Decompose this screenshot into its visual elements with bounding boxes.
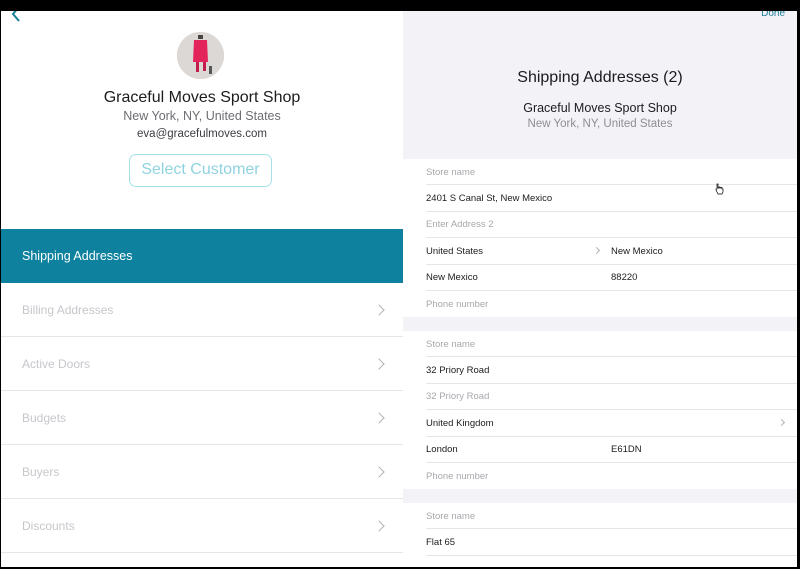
menu-item-label: Active Doors — [22, 356, 91, 371]
menu-item-label: Shipping Addresses — [22, 249, 133, 263]
customer-pane: Graceful Moves Sport Shop New York, NY, … — [1, 11, 403, 567]
menu-item-label: Billing Addresses — [22, 302, 114, 317]
store-name-field[interactable]: Store name — [403, 503, 797, 530]
back-chevron-icon[interactable] — [9, 11, 23, 23]
menu-item-billing-addresses[interactable]: Billing Addresses — [1, 283, 403, 337]
country-row[interactable]: United Kingdom — [403, 410, 797, 437]
top-bar — [0, 0, 800, 11]
store-name-field[interactable]: Store name — [403, 331, 797, 358]
chevron-right-icon — [373, 303, 385, 316]
phone-field[interactable]: Phone number — [403, 291, 797, 317]
menu-item-label: Buyers — [22, 464, 60, 479]
chevron-right-icon — [373, 465, 385, 478]
chevron-right-icon — [373, 519, 385, 532]
field-value: 2401 S Canal St, New Mexico — [426, 193, 553, 205]
address1-field[interactable]: 2401 S Canal St, New Mexico — [403, 185, 797, 213]
address1-field[interactable]: Flat 65 — [403, 529, 797, 557]
field-placeholder: Store name — [426, 338, 476, 350]
state-value: New Mexico — [611, 245, 663, 257]
shipping-addresses-pane: Done Shipping Addresses (2) Graceful Mov… — [403, 11, 797, 567]
customer-location: New York, NY, United States — [123, 109, 281, 123]
city-value: New Mexico — [426, 272, 478, 284]
app-window: Graceful Moves Sport Shop New York, NY, … — [0, 0, 800, 569]
chevron-right-icon — [373, 411, 385, 424]
menu-item-active-doors[interactable]: Active Doors — [1, 337, 403, 391]
menu-item-budgets[interactable]: Budgets — [1, 391, 403, 445]
field-placeholder: Phone number — [426, 298, 489, 310]
zip-value: 88220 — [611, 272, 638, 284]
address2-field[interactable]: Enter Address 2 — [403, 212, 797, 239]
menu-item-discounts[interactable]: Discounts — [1, 499, 403, 553]
phone-field[interactable]: Phone number — [403, 463, 797, 489]
field-placeholder: Phone number — [426, 470, 489, 482]
address2-field[interactable] — [403, 556, 797, 567]
customer-name: Graceful Moves Sport Shop — [103, 89, 301, 106]
select-customer-button[interactable]: Select Customer — [129, 154, 272, 187]
menu-item-label: Budgets — [22, 410, 67, 425]
address2-field[interactable]: 32 Priory Road — [403, 384, 797, 411]
menu-item-shipping-addresses[interactable]: Shipping Addresses — [1, 229, 403, 283]
address-card: Store name 32 Priory Road 32 Priory Road… — [403, 331, 797, 490]
pointer-cursor-icon — [715, 183, 724, 195]
country-value: United Kingdom — [426, 417, 494, 429]
menu-item-label: Discounts — [22, 518, 75, 533]
field-placeholder: Store name — [426, 166, 476, 178]
customer-menu: Shipping Addresses Billing Addresses Act… — [1, 229, 403, 553]
field-value: Flat 65 — [426, 537, 456, 549]
zip-value: E61DN — [611, 444, 642, 456]
country-state-row[interactable]: United States New Mexico — [403, 238, 797, 265]
city-value: London — [426, 444, 458, 456]
city-zip-row[interactable]: London E61DN — [403, 437, 797, 464]
field-placeholder: 32 Priory Road — [426, 391, 490, 403]
city-zip-row[interactable]: New Mexico 88220 — [403, 265, 797, 292]
field-value: 32 Priory Road — [426, 365, 490, 377]
field-placeholder: Store name — [426, 510, 476, 522]
store-name-field[interactable]: Store name — [403, 159, 797, 186]
menu-item-buyers[interactable]: Buyers — [1, 445, 403, 499]
country-value: United States — [426, 245, 484, 257]
shop-name: Graceful Moves Sport Shop — [523, 101, 677, 115]
address1-field[interactable]: 32 Priory Road — [403, 357, 797, 385]
chevron-right-icon — [592, 247, 601, 255]
address-card: Store name Flat 65 — [403, 503, 797, 567]
customer-avatar — [177, 32, 224, 79]
chevron-right-icon — [777, 419, 786, 427]
address-card: Store name 2401 S Canal St, New Mexico E… — [403, 159, 797, 318]
chevron-right-icon — [373, 357, 385, 370]
done-button[interactable]: Done — [761, 11, 785, 19]
customer-email: eva@gracefulmoves.com — [137, 128, 267, 140]
shop-location: New York, NY, United States — [527, 118, 673, 130]
field-placeholder: Enter Address 2 — [426, 219, 494, 231]
page-title: Shipping Addresses (2) — [517, 69, 683, 86]
